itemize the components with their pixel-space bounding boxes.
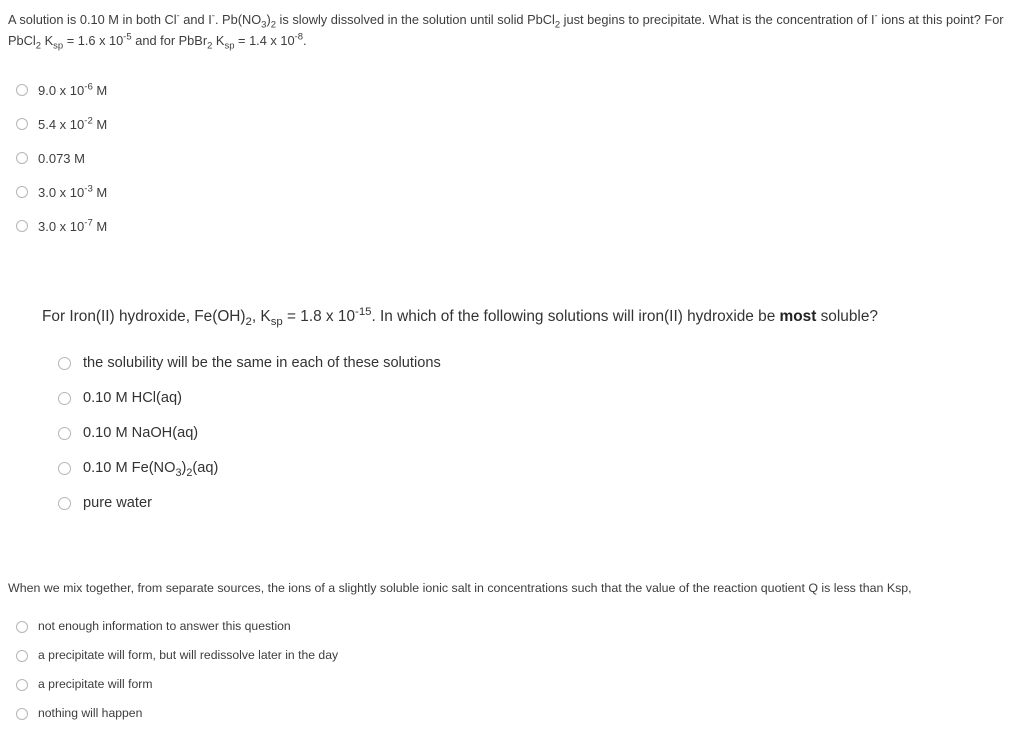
option-label: 9.0 x 10-6 M bbox=[38, 81, 108, 98]
radio-button-icon[interactable] bbox=[58, 496, 71, 510]
option-label: 3.0 x 10-3 M bbox=[38, 183, 108, 200]
option-q3-2[interactable]: a precipitate will form, but will rediss… bbox=[16, 641, 1010, 670]
question-2-block: For Iron(II) hydroxide, Fe(OH)2, Ksp = 1… bbox=[42, 305, 1002, 521]
option-label: 5.4 x 10-2 M bbox=[38, 115, 108, 132]
question-2-options: the solubility will be the same in each … bbox=[42, 346, 1002, 521]
question-3-options: not enough information to answer this qu… bbox=[8, 612, 1010, 728]
radio-button-icon[interactable] bbox=[58, 356, 71, 370]
option-label: nothing will happen bbox=[38, 706, 143, 721]
option-q2-5[interactable]: pure water bbox=[58, 486, 1002, 521]
radio-button-icon[interactable] bbox=[58, 391, 71, 405]
option-q3-4[interactable]: nothing will happen bbox=[16, 699, 1010, 728]
option-label: 0.10 M NaOH(aq) bbox=[83, 424, 199, 441]
radio-button-icon[interactable] bbox=[16, 707, 28, 720]
question-3-block: When we mix together, from separate sour… bbox=[8, 578, 1010, 728]
radio-button-icon[interactable] bbox=[16, 152, 28, 165]
option-q1-3[interactable]: 0.073 M bbox=[16, 141, 1010, 175]
option-q1-5[interactable]: 3.0 x 10-7 M bbox=[16, 209, 1010, 243]
radio-button-icon[interactable] bbox=[58, 461, 71, 475]
option-label: 0.10 M HCl(aq) bbox=[83, 389, 182, 406]
option-label: a precipitate will form bbox=[38, 677, 153, 692]
option-q2-3[interactable]: 0.10 M NaOH(aq) bbox=[58, 416, 1002, 451]
radio-button-icon[interactable] bbox=[16, 678, 28, 691]
option-q1-1[interactable]: 9.0 x 10-6 M bbox=[16, 73, 1010, 107]
option-label: 3.0 x 10-7 M bbox=[38, 217, 108, 234]
quiz-page: A solution is 0.10 M in both Cl- and I-.… bbox=[0, 0, 1016, 748]
option-q1-4[interactable]: 3.0 x 10-3 M bbox=[16, 175, 1010, 209]
question-2-prompt: For Iron(II) hydroxide, Fe(OH)2, Ksp = 1… bbox=[42, 305, 878, 329]
option-label: the solubility will be the same in each … bbox=[83, 354, 441, 371]
option-label: a precipitate will form, but will rediss… bbox=[38, 648, 339, 663]
option-label: pure water bbox=[83, 494, 152, 511]
option-label: 0.073 M bbox=[38, 150, 85, 166]
question-1-block: A solution is 0.10 M in both Cl- and I-.… bbox=[8, 10, 1010, 243]
radio-button-icon[interactable] bbox=[16, 649, 28, 662]
emphasis-most: most bbox=[779, 308, 817, 325]
question-1-prompt: A solution is 0.10 M in both Cl- and I-.… bbox=[8, 10, 1004, 52]
option-q3-3[interactable]: a precipitate will form bbox=[16, 670, 1010, 699]
radio-button-icon[interactable] bbox=[16, 84, 28, 97]
radio-button-icon[interactable] bbox=[58, 426, 71, 440]
question-1-options: 9.0 x 10-6 M 5.4 x 10-2 M 0.073 M 3.0 x … bbox=[8, 73, 1010, 243]
option-q2-1[interactable]: the solubility will be the same in each … bbox=[58, 346, 1002, 381]
question-3-prompt: When we mix together, from separate sour… bbox=[8, 581, 912, 595]
radio-button-icon[interactable] bbox=[16, 220, 28, 233]
radio-button-icon[interactable] bbox=[16, 186, 28, 199]
option-q2-2[interactable]: 0.10 M HCl(aq) bbox=[58, 381, 1002, 416]
radio-button-icon[interactable] bbox=[16, 118, 28, 131]
option-q2-4[interactable]: 0.10 M Fe(NO3)2(aq) bbox=[58, 451, 1002, 486]
option-q3-1[interactable]: not enough information to answer this qu… bbox=[16, 612, 1010, 641]
radio-button-icon[interactable] bbox=[16, 620, 28, 633]
option-label: not enough information to answer this qu… bbox=[38, 619, 291, 634]
option-q1-2[interactable]: 5.4 x 10-2 M bbox=[16, 107, 1010, 141]
option-label: 0.10 M Fe(NO3)2(aq) bbox=[83, 459, 219, 479]
